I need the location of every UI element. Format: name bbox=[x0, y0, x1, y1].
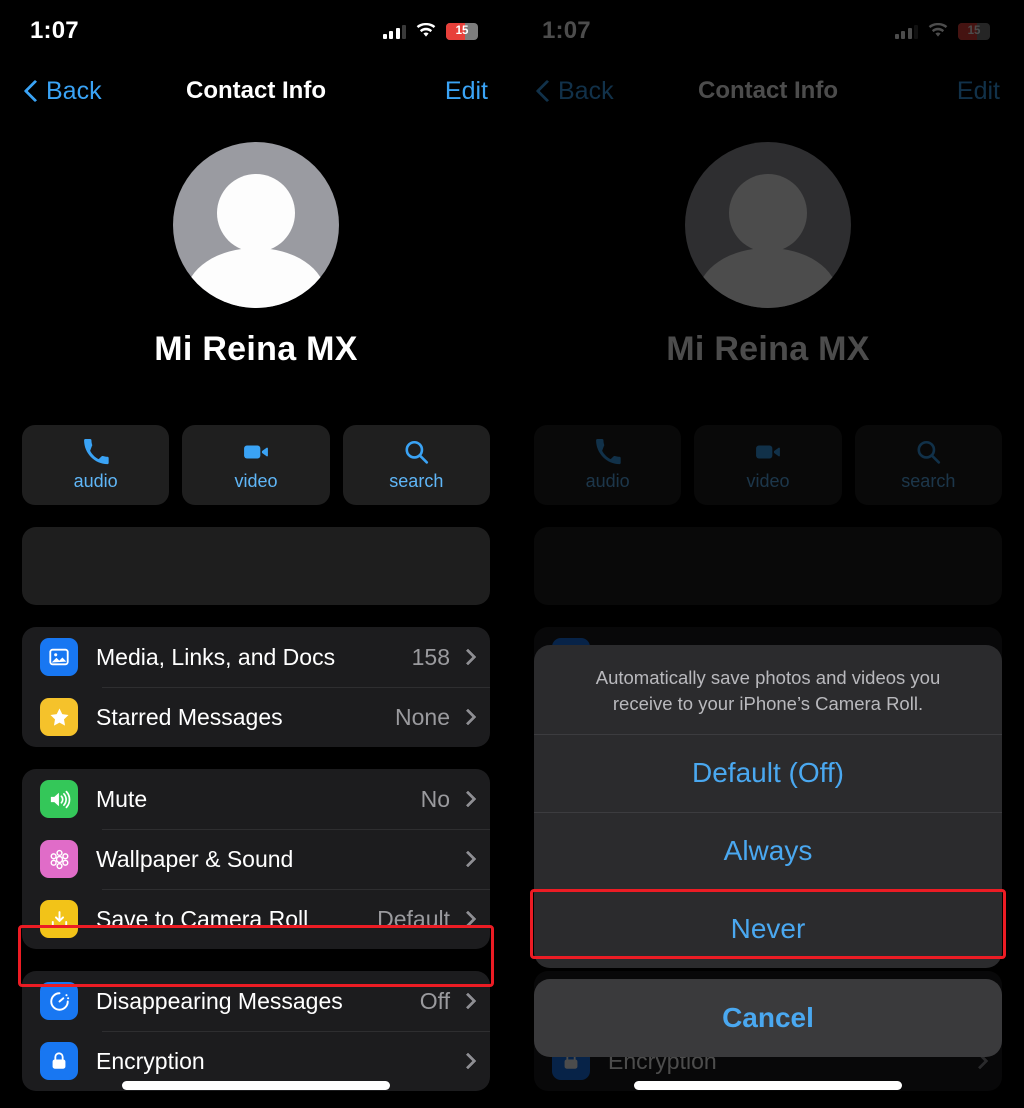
row-label: Starred Messages bbox=[96, 703, 283, 730]
action-sheet-title: Automatically save photos and videos you… bbox=[595, 667, 941, 714]
photo-icon bbox=[40, 638, 78, 676]
download-icon bbox=[40, 900, 78, 938]
video-call-label: video bbox=[234, 470, 278, 491]
video-camera-icon bbox=[244, 445, 268, 458]
audio-call-button[interactable]: audio bbox=[22, 425, 170, 505]
chevron-right-icon bbox=[459, 850, 477, 868]
row-value: No bbox=[420, 785, 450, 812]
row-value: Off bbox=[419, 987, 450, 1014]
chevron-right-icon bbox=[459, 790, 477, 808]
status-indicators: 15 bbox=[382, 22, 478, 40]
chevron-right-icon bbox=[459, 708, 477, 726]
action-sheet-cancel-button[interactable]: Cancel bbox=[534, 979, 1002, 1058]
lock-icon bbox=[40, 1042, 78, 1080]
search-button[interactable]: search bbox=[342, 425, 490, 505]
profile-header: Mi Reina MX bbox=[0, 120, 512, 369]
search-icon bbox=[405, 440, 429, 464]
action-sheet-body: Automatically save photos and videos you… bbox=[534, 645, 1002, 969]
avatar bbox=[173, 142, 339, 308]
back-button[interactable]: Back bbox=[24, 77, 102, 106]
action-sheet-option-default-off[interactable]: Default (Off) bbox=[534, 734, 1002, 812]
chevron-right-icon bbox=[459, 1052, 477, 1070]
video-call-button[interactable]: video bbox=[182, 425, 330, 505]
row-save-to-camera-roll[interactable]: Save to Camera Roll Default bbox=[22, 889, 490, 949]
action-sheet-option-always[interactable]: Always bbox=[534, 812, 1002, 890]
home-indicator bbox=[122, 1081, 390, 1090]
quick-actions: audio video search bbox=[22, 425, 490, 505]
privacy-group: Disappearing Messages Off Encryption bbox=[22, 971, 490, 1091]
row-label: Wallpaper & Sound bbox=[96, 845, 294, 872]
row-label: Encryption bbox=[96, 1047, 205, 1074]
chevron-right-icon bbox=[459, 992, 477, 1010]
chevron-right-icon bbox=[459, 648, 477, 666]
star-icon bbox=[40, 698, 78, 736]
contact-name: Mi Reina MX bbox=[154, 330, 358, 368]
wallpaper-icon bbox=[40, 840, 78, 878]
screenshot-pair: 1:07 15 Back Contact Info Edit Mi Reina … bbox=[0, 0, 1024, 1108]
row-label: Mute bbox=[96, 785, 148, 812]
battery-level: 15 bbox=[455, 25, 469, 37]
row-value: None bbox=[395, 703, 450, 730]
cellular-bars-icon bbox=[382, 24, 406, 39]
speaker-icon bbox=[40, 780, 78, 818]
home-indicator bbox=[634, 1081, 902, 1090]
action-sheet-option-never[interactable]: Never bbox=[534, 890, 1002, 968]
audio-call-label: audio bbox=[73, 470, 118, 491]
row-label: Save to Camera Roll bbox=[96, 905, 309, 932]
phone-screen-left: 1:07 15 Back Contact Info Edit Mi Reina … bbox=[0, 0, 512, 1108]
row-wallpaper-sound[interactable]: Wallpaper & Sound bbox=[22, 829, 490, 889]
about-card-empty bbox=[22, 527, 490, 605]
phone-icon bbox=[83, 438, 109, 464]
row-value: 158 bbox=[411, 643, 450, 670]
search-label: search bbox=[389, 470, 444, 491]
nav-bar: Back Contact Info Edit bbox=[0, 62, 512, 120]
save-to-camera-roll-action-sheet: Automatically save photos and videos you… bbox=[534, 645, 1002, 1058]
phone-screen-right: 1:07 15 Back Contact Info Edit bbox=[512, 0, 1024, 1108]
row-mute[interactable]: Mute No bbox=[22, 769, 490, 829]
settings-group: Mute No Wallpaper & Sound Save to Camera… bbox=[22, 769, 490, 949]
status-bar: 1:07 15 bbox=[0, 0, 512, 62]
row-disappearing-messages[interactable]: Disappearing Messages Off bbox=[22, 971, 490, 1031]
status-clock: 1:07 bbox=[30, 17, 79, 44]
edit-button[interactable]: Edit bbox=[445, 77, 488, 106]
media-group: Media, Links, and Docs 158 Starred Messa… bbox=[22, 627, 490, 747]
row-value: Default bbox=[377, 905, 450, 932]
battery-icon: 15 bbox=[446, 22, 478, 40]
timer-icon bbox=[40, 982, 78, 1020]
chevron-left-icon bbox=[24, 79, 38, 103]
chevron-right-icon bbox=[459, 910, 477, 928]
row-starred-messages[interactable]: Starred Messages None bbox=[22, 687, 490, 747]
row-label: Media, Links, and Docs bbox=[96, 643, 336, 670]
row-media-links-docs[interactable]: Media, Links, and Docs 158 bbox=[22, 627, 490, 687]
wifi-icon bbox=[415, 22, 437, 39]
back-label: Back bbox=[46, 76, 102, 105]
row-label: Disappearing Messages bbox=[96, 987, 343, 1014]
